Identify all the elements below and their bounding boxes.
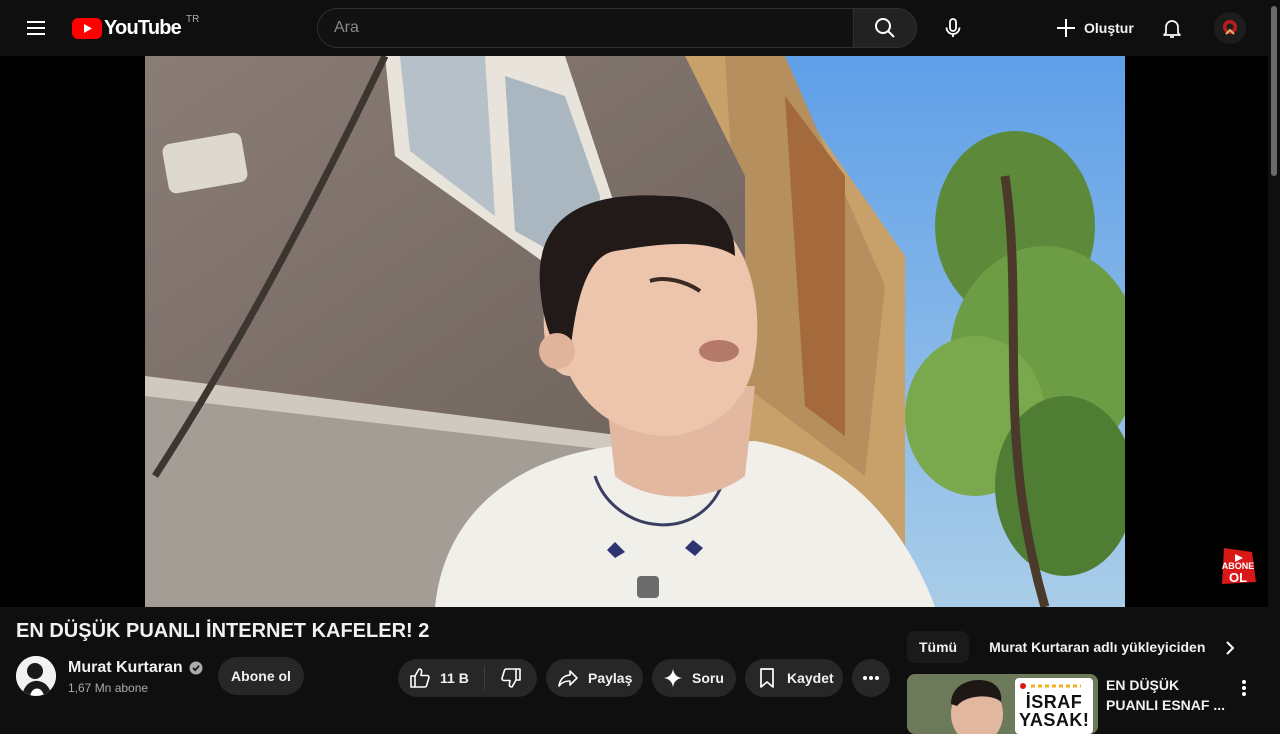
sparkle-icon — [663, 668, 683, 688]
like-count: 11 B — [440, 670, 469, 686]
share-icon — [558, 670, 578, 687]
more-vertical-icon — [1242, 680, 1246, 696]
like-button[interactable]: 11 B — [398, 659, 484, 697]
plus-icon — [1057, 19, 1075, 37]
channel-name-text: Murat Kurtaran — [68, 659, 183, 676]
bookmark-icon — [760, 668, 774, 688]
search-icon — [875, 18, 895, 38]
channel-avatar-image — [16, 656, 56, 696]
recommendation-menu-button[interactable] — [1232, 676, 1256, 700]
youtube-play-icon — [72, 17, 102, 39]
verified-check-icon — [189, 661, 203, 675]
like-dislike-group: 11 B — [398, 659, 537, 697]
subscribe-watermark-line2: OL — [1228, 570, 1248, 585]
account-avatar[interactable] — [1214, 12, 1246, 44]
subscribe-button[interactable]: Abone ol — [218, 657, 304, 695]
video-title: EN DÜŞÜK PUANLI İNTERNET KAFELER! 2 — [16, 620, 430, 642]
subscribe-watermark[interactable]: ABONE OL — [1216, 544, 1260, 588]
video-frame[interactable] — [145, 56, 1125, 607]
video-still-image — [145, 56, 1125, 607]
recommendation-title[interactable]: EN DÜŞÜK PUANLI ESNAF ... — [1106, 675, 1230, 715]
save-label: Kaydet — [787, 670, 834, 686]
youtube-logo[interactable]: YouTube TR — [72, 13, 200, 40]
thumbnail-text-line2: YASAK! — [1019, 710, 1090, 730]
ask-button[interactable]: Soru — [652, 659, 736, 697]
subscriber-count: 1,67 Mn abone — [68, 681, 149, 695]
filter-chips: Tümü Murat Kurtaran adlı yükleyiciden — [907, 631, 1218, 663]
chip-from-uploader[interactable]: Murat Kurtaran adlı yükleyiciden — [977, 631, 1218, 663]
chevron-right-icon — [1226, 641, 1235, 655]
search-bar — [317, 8, 917, 48]
share-label: Paylaş — [588, 670, 633, 686]
voice-search-button[interactable] — [933, 8, 973, 48]
create-label: Oluştur — [1084, 20, 1134, 36]
microphone-icon — [945, 18, 961, 37]
more-horizontal-icon — [863, 676, 879, 680]
share-button[interactable]: Paylaş — [546, 659, 643, 697]
ask-label: Soru — [692, 670, 724, 686]
search-input[interactable] — [317, 8, 853, 48]
video-player[interactable]: ABONE OL — [0, 56, 1268, 607]
menu-icon[interactable] — [16, 8, 56, 48]
chips-next-button[interactable] — [1212, 631, 1248, 665]
chip-all[interactable]: Tümü — [907, 631, 970, 663]
page-scrollbar[interactable] — [1268, 0, 1280, 720]
dislike-button[interactable] — [485, 659, 537, 697]
save-button[interactable]: Kaydet — [745, 659, 843, 697]
scrollbar-thumb[interactable] — [1271, 6, 1277, 176]
account-avatar-icon — [1214, 12, 1246, 44]
more-actions-button[interactable] — [852, 659, 890, 697]
masthead: YouTube TR Oluştur — [0, 0, 1280, 56]
thumbs-down-icon — [501, 668, 521, 688]
country-code: TR — [185, 13, 200, 25]
thumbs-up-icon — [410, 668, 430, 688]
logo-text: YouTube — [104, 16, 182, 39]
notifications-button[interactable] — [1152, 8, 1192, 48]
create-button[interactable]: Oluştur — [1046, 8, 1142, 48]
channel-avatar[interactable] — [16, 656, 56, 696]
bell-icon — [1163, 20, 1181, 38]
channel-name[interactable]: Murat Kurtaran — [68, 659, 203, 677]
search-button[interactable] — [853, 8, 917, 48]
recommendation-thumbnail[interactable]: İSRAF YASAK! — [907, 674, 1098, 734]
